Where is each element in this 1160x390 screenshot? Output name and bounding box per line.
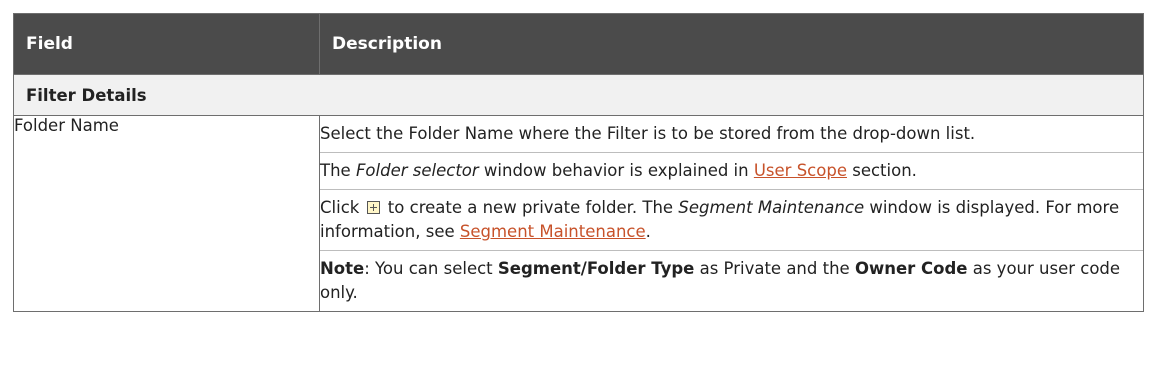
- bold-text: Segment/Folder Type: [497, 259, 695, 278]
- header-description: Description: [319, 13, 1144, 75]
- field-description: Select the Folder Name where the Filter …: [319, 115, 1144, 312]
- field-name: Folder Name: [13, 115, 320, 312]
- header-field: Field: [13, 13, 320, 75]
- field-description-table: Field Description Filter Details Folder …: [13, 13, 1144, 312]
- text: .: [645, 222, 651, 241]
- user-scope-link[interactable]: User Scope: [754, 161, 847, 180]
- table-row: Folder Name Select the Folder Name where…: [13, 115, 1144, 312]
- note-label: Note: [320, 259, 365, 278]
- text: as Private and the: [694, 259, 855, 278]
- section-row: Filter Details: [13, 74, 1144, 116]
- emphasis-text: Segment Maintenance: [678, 198, 865, 217]
- text: Click: [320, 198, 365, 217]
- text: to create a new private folder. The: [382, 198, 679, 217]
- description-paragraph-2: The Folder selector window behavior is e…: [320, 153, 1143, 190]
- description-paragraph-4: Note: You can select Segment/Folder Type…: [320, 251, 1143, 311]
- bold-text: Owner Code: [854, 259, 968, 278]
- description-paragraph-1: Select the Folder Name where the Filter …: [320, 116, 1143, 153]
- text: : You can select: [364, 259, 498, 278]
- segment-maintenance-link[interactable]: Segment Maintenance: [460, 222, 646, 241]
- table-header-row: Field Description: [13, 13, 1144, 75]
- section-title: Filter Details: [13, 74, 1144, 116]
- add-folder-icon: [366, 201, 380, 214]
- description-paragraph-3: Click to create a new private folder. Th…: [320, 190, 1143, 251]
- emphasis-text: Folder selector: [355, 161, 479, 180]
- text: section.: [846, 161, 917, 180]
- text: window behavior is explained in: [478, 161, 754, 180]
- text: The: [320, 161, 356, 180]
